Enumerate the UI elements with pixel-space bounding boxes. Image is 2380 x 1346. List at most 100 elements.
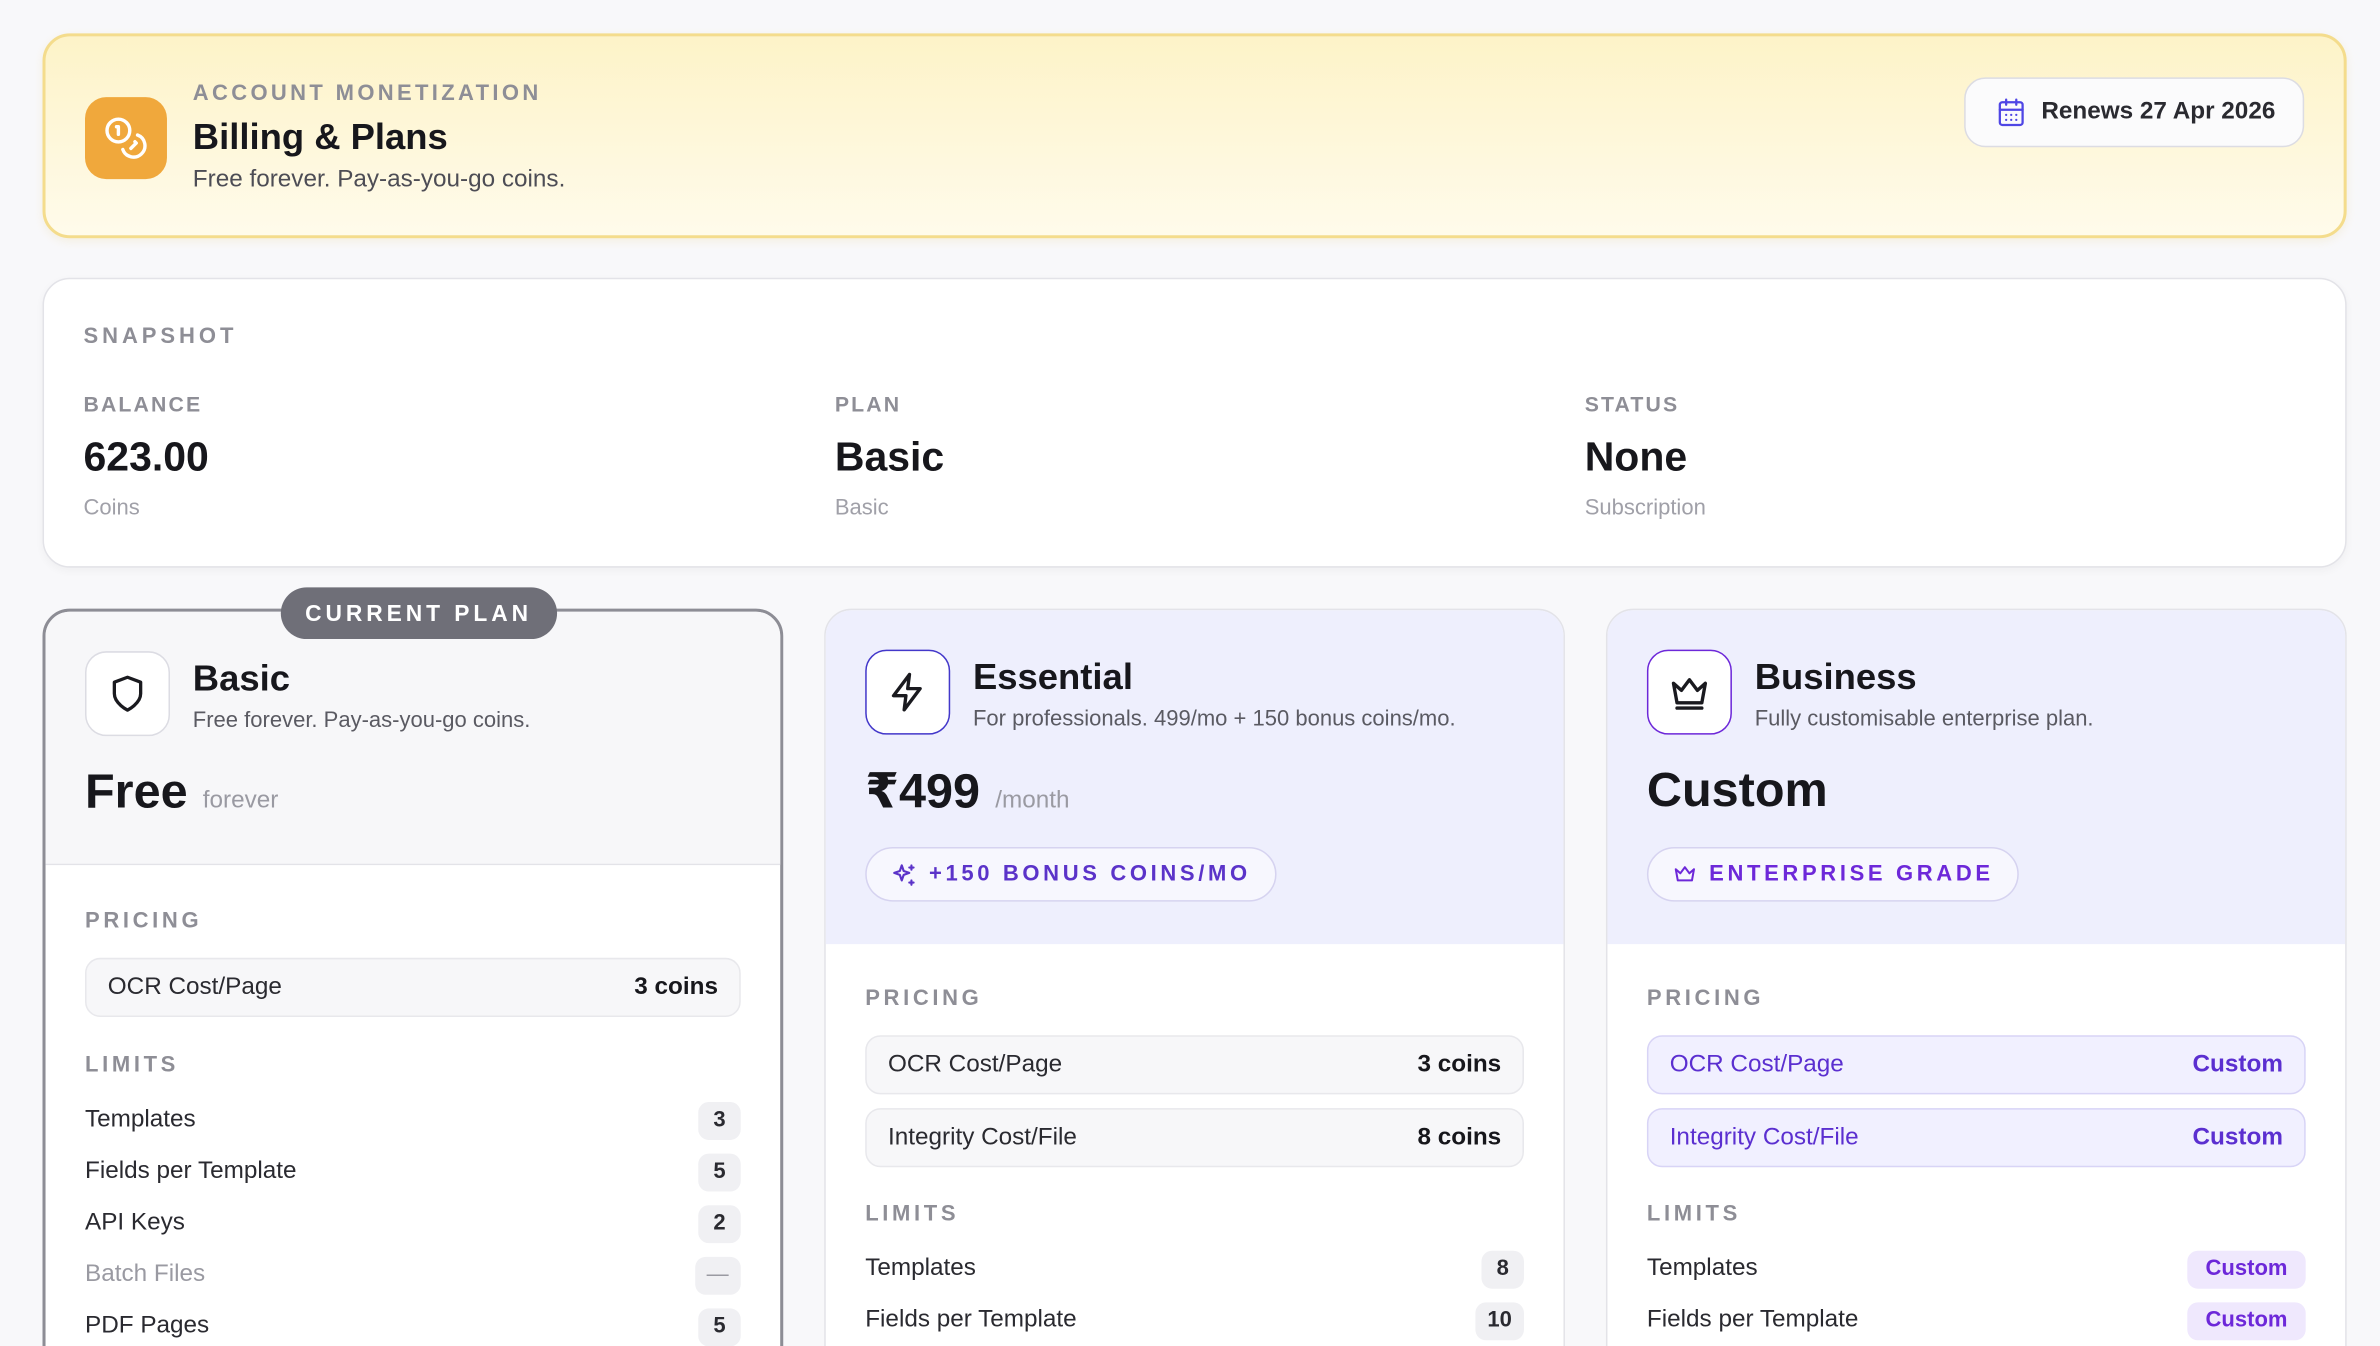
pricing-label: PRICING [1646, 986, 1765, 1011]
calendar-icon [1996, 97, 2026, 127]
balance-stat: BALANCE 623.00 Coins [83, 392, 208, 521]
limit-row: PDF Pages 5 [85, 1307, 741, 1346]
limit-value: Custom [2187, 1249, 2306, 1288]
limit-row: Templates 3 [85, 1100, 741, 1140]
snapshot-card: SNAPSHOT BALANCE 623.00 Coins PLAN Basic… [42, 277, 2347, 568]
limit-value: 8 [1481, 1249, 1524, 1288]
pricing-row: OCR Cost/Page 3 coins [865, 1035, 1524, 1095]
plan-card-essential[interactable]: Essential For professionals. 499/mo + 15… [824, 608, 1565, 1346]
status-sub: Subscription [1584, 496, 1706, 521]
balance-sub: Coins [83, 496, 140, 521]
plan-name: Basic [192, 658, 290, 700]
billing-page: ACCOUNT MONETIZATION Billing & Plans Fre… [0, 0, 2380, 1346]
limit-label: Templates [85, 1106, 196, 1133]
limits-label: LIMITS [1646, 1202, 1741, 1227]
plan-card-header: Basic Free forever. Pay-as-you-go coins.… [45, 611, 781, 866]
plan-price: Free forever [85, 764, 278, 820]
plan-card-header: Essential For professionals. 499/mo + 15… [825, 610, 1564, 945]
page-subtitle: Free forever. Pay-as-you-go coins. [192, 166, 566, 193]
pricing-row-label: Integrity Cost/File [887, 1124, 1077, 1150]
pricing-row-label: Integrity Cost/File [1669, 1124, 1859, 1150]
limit-label: Templates [865, 1255, 976, 1282]
pill-label: +150 BONUS COINS/MO [928, 862, 1251, 887]
crown-icon [1673, 862, 1697, 886]
limit-label: Batch Files [85, 1261, 206, 1288]
pricing-row-label: OCR Cost/Page [1669, 1051, 1844, 1077]
crown-icon [1646, 649, 1732, 735]
pricing-row-value: Custom [2192, 1124, 2283, 1150]
limits-label: LIMITS [85, 1053, 179, 1078]
limit-row: Fields per Template 5 [85, 1152, 741, 1191]
limit-row: Fields per Template 10 [865, 1301, 1524, 1340]
billing-header: ACCOUNT MONETIZATION Billing & Plans Fre… [42, 33, 2347, 239]
pricing-row-value: 3 coins [634, 973, 718, 1000]
status-label: STATUS [1584, 391, 1680, 416]
pricing-row: Integrity Cost/File Custom [1646, 1108, 2306, 1168]
limit-value: 10 [1475, 1301, 1524, 1340]
coins-icon [85, 97, 167, 180]
plan-description: Free forever. Pay-as-you-go coins. [192, 708, 531, 734]
limit-value: 3 [698, 1101, 741, 1140]
plan-name: Business [1754, 657, 1917, 699]
pricing-row-value: Custom [2192, 1051, 2283, 1077]
plan-card-basic[interactable]: Basic Free forever. Pay-as-you-go coins.… [42, 587, 784, 1346]
limit-value: 2 [698, 1204, 741, 1243]
pricing-label: PRICING [865, 986, 983, 1011]
status-value: None [1584, 434, 1688, 480]
limit-row: Templates Custom [1647, 1249, 2306, 1288]
pricing-row-value: 8 coins [1417, 1124, 1502, 1150]
plan-value: Basic [834, 434, 945, 480]
current-plan-badge: CURRENT PLAN [280, 587, 557, 640]
limit-label: Fields per Template [85, 1158, 297, 1184]
pill-label: ENTERPRISE GRADE [1709, 862, 1994, 887]
limit-value: — [694, 1256, 741, 1295]
price-unit: forever [202, 787, 279, 814]
pricing-row: OCR Cost/Page 3 coins [85, 957, 741, 1017]
plan-sub: Basic [834, 496, 889, 521]
pricing-row: OCR Cost/Page Custom [1646, 1035, 2306, 1095]
limit-label: Templates [1646, 1255, 1758, 1282]
limit-row: Batch Files — [85, 1255, 741, 1295]
renewal-label: Renews 27 Apr 2026 [2041, 98, 2276, 125]
shield-icon [85, 651, 171, 737]
header-kicker: ACCOUNT MONETIZATION [192, 81, 542, 107]
balance-label: BALANCE [83, 391, 203, 416]
pricing-row-label: OCR Cost/Page [107, 973, 282, 1000]
price-amount: Free [85, 763, 188, 819]
plan-card-business[interactable]: Business Fully customisable enterprise p… [1605, 608, 2347, 1346]
price-amount: ₹499 [865, 763, 981, 819]
status-stat: STATUS None Subscription [1585, 392, 1706, 521]
snapshot-kicker: SNAPSHOT [83, 324, 238, 350]
limit-value: 5 [698, 1152, 741, 1191]
plan-description: For professionals. 499/mo + 150 bonus co… [972, 707, 1456, 732]
price-amount: Custom [1646, 761, 1828, 817]
limit-value: Custom [2187, 1301, 2306, 1340]
plan-name: Essential [972, 657, 1133, 699]
limit-label: Fields per Template [1646, 1306, 1859, 1333]
balance-value: 623.00 [83, 434, 209, 480]
plan-price: Custom [1647, 762, 1828, 818]
limit-row: Fields per Template Custom [1647, 1301, 2306, 1340]
limit-row: Templates 8 [865, 1249, 1524, 1288]
limits-label: LIMITS [865, 1202, 960, 1227]
plan-description: Fully customisable enterprise plan. [1754, 707, 2094, 732]
pricing-row-label: OCR Cost/Page [887, 1051, 1063, 1077]
enterprise-grade-pill: ENTERPRISE GRADE [1646, 846, 2020, 902]
limit-label: API Keys [85, 1209, 185, 1236]
plan-label: PLAN [834, 391, 902, 416]
limit-label: PDF Pages [85, 1312, 210, 1339]
plan-card-header: Business Fully customisable enterprise p… [1607, 610, 2346, 945]
lightning-icon [865, 649, 951, 735]
limit-row: API Keys 2 [85, 1204, 741, 1243]
pricing-label: PRICING [85, 909, 203, 934]
renewal-date-button[interactable]: Renews 27 Apr 2026 [1963, 77, 2305, 148]
limit-value: 5 [698, 1307, 741, 1346]
plan-stat: PLAN Basic Basic [835, 392, 944, 521]
bonus-coins-pill: +150 BONUS COINS/MO [865, 846, 1277, 902]
pricing-row-value: 3 coins [1417, 1051, 1502, 1077]
page-title: Billing & Plans [192, 116, 448, 158]
pricing-row: Integrity Cost/File 8 coins [865, 1108, 1524, 1168]
sparkles-icon [891, 861, 917, 887]
limit-label: Fields per Template [865, 1306, 1077, 1333]
plan-price: ₹499 /month [865, 762, 1069, 820]
